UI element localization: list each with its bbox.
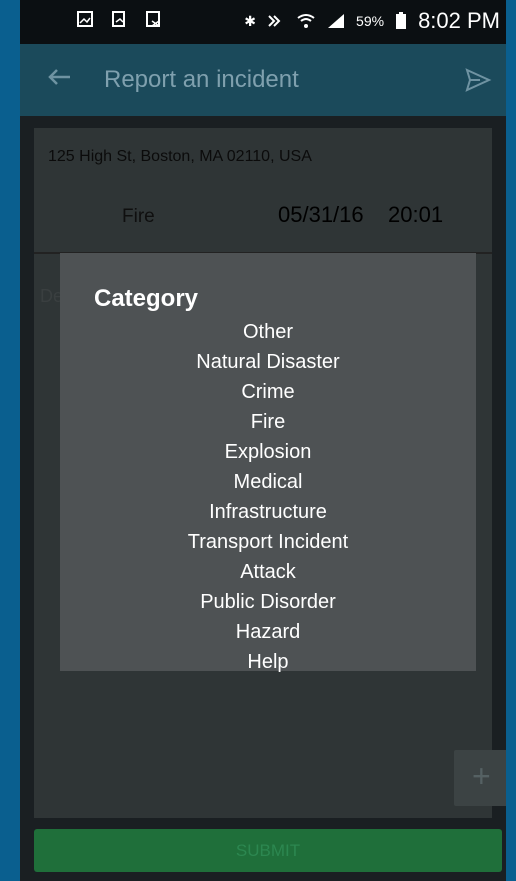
battery-icon (396, 12, 407, 29)
category-option-crime[interactable]: Crime (60, 377, 476, 407)
submit-button[interactable]: SUBMIT (34, 829, 502, 872)
category-option-attack[interactable]: Attack (60, 557, 476, 587)
category-option-infrastructure[interactable]: Infrastructure (60, 497, 476, 527)
category-dialog: Category Other Natural Disaster Crime Fi… (60, 253, 476, 673)
category-option-natural-disaster[interactable]: Natural Disaster (60, 347, 476, 377)
category-option-hazard[interactable]: Hazard (60, 617, 476, 647)
screen-left-edge (0, 0, 20, 881)
dialog-title: Category (94, 285, 199, 312)
category-option-medical[interactable]: Medical (60, 467, 476, 497)
status-left-icons (76, 10, 162, 28)
bluetooth-icon: ✱ (244, 12, 257, 29)
screen-right-edge (506, 0, 516, 881)
category-option-help[interactable]: Help (60, 647, 476, 677)
document-icon (112, 11, 125, 27)
address-field[interactable]: 125 High St, Boston, MA 02110, USA (48, 148, 312, 166)
time-field[interactable]: 20:01 (388, 202, 443, 228)
category-field[interactable]: Fire (122, 206, 155, 228)
plus-icon: + (472, 758, 491, 794)
category-option-transport-incident[interactable]: Transport Incident (60, 527, 476, 557)
battery-percent: 59% (356, 13, 385, 29)
category-option-other[interactable]: Other (60, 317, 476, 347)
category-option-public-disorder[interactable]: Public Disorder (60, 587, 476, 617)
sim-off-icon (146, 11, 160, 27)
date-field[interactable]: 05/31/16 (278, 202, 364, 228)
page-title: Report an incident (104, 66, 299, 93)
clock: 8:02 PM (418, 8, 500, 33)
category-option-fire[interactable]: Fire (60, 407, 476, 437)
arrow-left-icon[interactable] (44, 62, 74, 92)
app-bar: Report an incident (20, 44, 506, 116)
phone-screen: ✱ 59% 8:02 PM Report an incident 125 Hig… (20, 0, 506, 881)
category-option-explosion[interactable]: Explosion (60, 437, 476, 467)
wifi-icon (297, 14, 315, 28)
category-options: Other Natural Disaster Crime Fire Explos… (60, 317, 476, 677)
signal-icon (328, 14, 345, 28)
gallery-icon (77, 11, 93, 27)
nfc-icon (268, 15, 281, 27)
status-right: ✱ 59% 8:02 PM (244, 8, 500, 34)
send-icon[interactable] (464, 66, 492, 94)
add-attachment-button[interactable]: + (454, 750, 506, 806)
status-bar: ✱ 59% 8:02 PM (20, 0, 506, 44)
